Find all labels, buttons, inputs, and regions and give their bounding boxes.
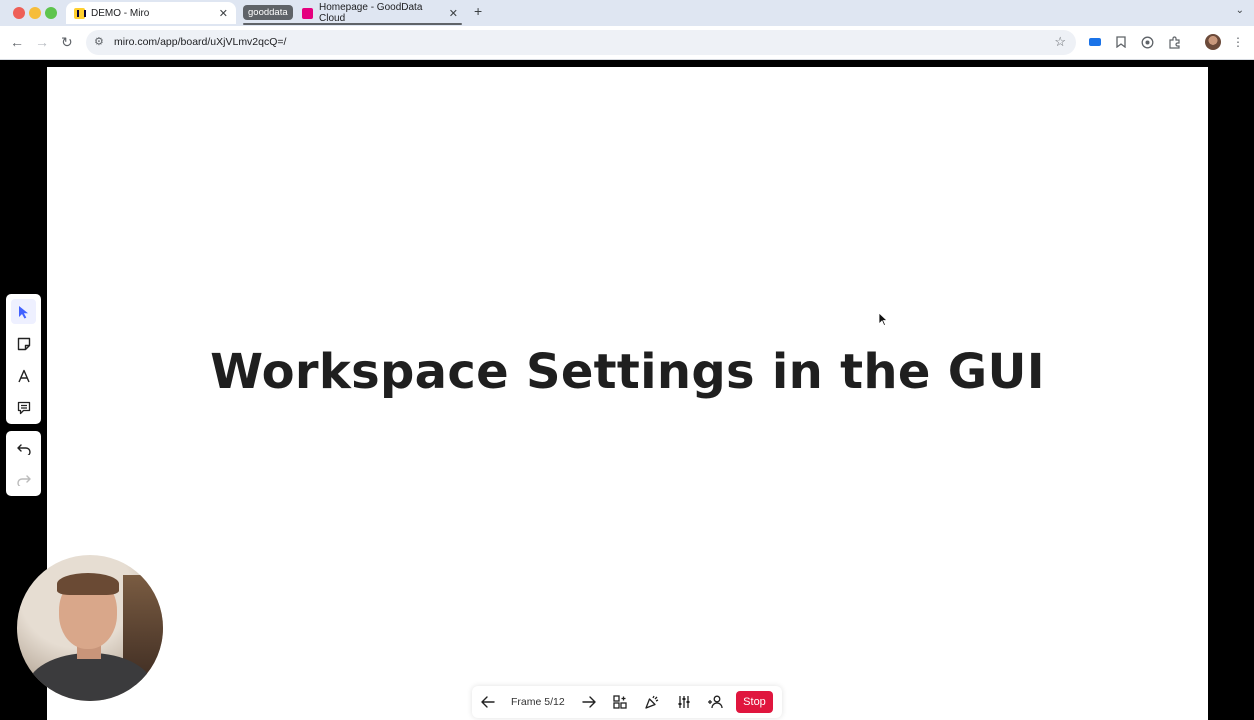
stop-presentation-button[interactable]: Stop (736, 691, 773, 713)
extensions-puzzle-icon[interactable] (1166, 34, 1182, 50)
close-tab-icon[interactable]: ✕ (219, 7, 228, 20)
new-tab-icon[interactable]: + (474, 3, 482, 19)
browser-menu-icon[interactable]: ⋮ (1230, 34, 1246, 50)
next-frame-arrow-icon[interactable] (580, 693, 598, 711)
frame-counter: Frame 5/12 (511, 696, 565, 708)
video-presenter-hair (57, 573, 119, 595)
text-icon[interactable] (11, 363, 36, 388)
profile-avatar[interactable] (1205, 34, 1221, 50)
comment-icon[interactable] (11, 395, 36, 420)
tab-title: DEMO - Miro (91, 7, 150, 19)
history-toolbar (6, 431, 41, 496)
site-settings-icon[interactable]: ⚙ (94, 35, 104, 48)
presentation-frame: Workspace Settings in the GUI (47, 67, 1208, 720)
settings-sliders-icon[interactable] (675, 693, 693, 711)
creation-toolbar (6, 294, 41, 424)
frames-grid-icon[interactable] (611, 693, 629, 711)
reload-icon[interactable]: ↻ (61, 34, 73, 50)
tab-gooddata-homepage[interactable]: Homepage - GoodData Cloud ✕ (296, 2, 464, 24)
browser-tab-bar: DEMO - Miro ✕ gooddata Homepage - GoodDa… (0, 0, 1254, 26)
bookmark-star-icon[interactable]: ☆ (1054, 34, 1066, 50)
address-url[interactable]: miro.com/app/board/uXjVLmv2qcQ=/ (114, 36, 286, 48)
redo-icon[interactable] (11, 467, 36, 492)
window-close-button[interactable] (13, 7, 25, 19)
window-minimize-button[interactable] (29, 7, 41, 19)
address-bar[interactable]: ⚙ miro.com/app/board/uXjVLmv2qcQ=/ ☆ (86, 30, 1076, 55)
invite-user-icon[interactable] (706, 693, 724, 711)
tab-group-chip[interactable]: gooddata (243, 5, 293, 20)
password-manager-icon[interactable] (1139, 34, 1155, 50)
select-cursor-icon[interactable] (11, 299, 36, 324)
extension-blue-icon[interactable] (1087, 34, 1103, 50)
slide-title: Workspace Settings in the GUI (210, 344, 1045, 400)
tab-demo-miro[interactable]: DEMO - Miro ✕ (66, 2, 236, 24)
gooddata-logo-icon (302, 7, 313, 19)
miro-logo-icon (74, 7, 86, 19)
celebrate-party-icon[interactable] (643, 693, 661, 711)
undo-icon[interactable] (11, 436, 36, 461)
presenter-video-bubble[interactable] (17, 555, 163, 701)
tab-search-chevron-icon[interactable]: ⌄ (1236, 5, 1244, 16)
forward-arrow-icon[interactable]: → (35, 34, 49, 50)
tab-title: Homepage - GoodData Cloud (319, 2, 423, 24)
browser-toolbar: ← → ↻ ⚙ miro.com/app/board/uXjVLmv2qcQ=/… (0, 26, 1254, 60)
sticky-note-icon[interactable] (11, 331, 36, 356)
close-tab-icon[interactable]: ✕ (449, 7, 458, 20)
presentation-control-bar: Frame 5/12 Stop (472, 686, 782, 718)
miro-board-canvas[interactable]: Workspace Settings in the GUI (0, 61, 1254, 720)
back-arrow-icon[interactable]: ← (10, 34, 24, 50)
bookmark-icon[interactable] (1113, 34, 1129, 50)
window-zoom-button[interactable] (45, 7, 57, 19)
previous-frame-arrow-icon[interactable] (479, 693, 497, 711)
